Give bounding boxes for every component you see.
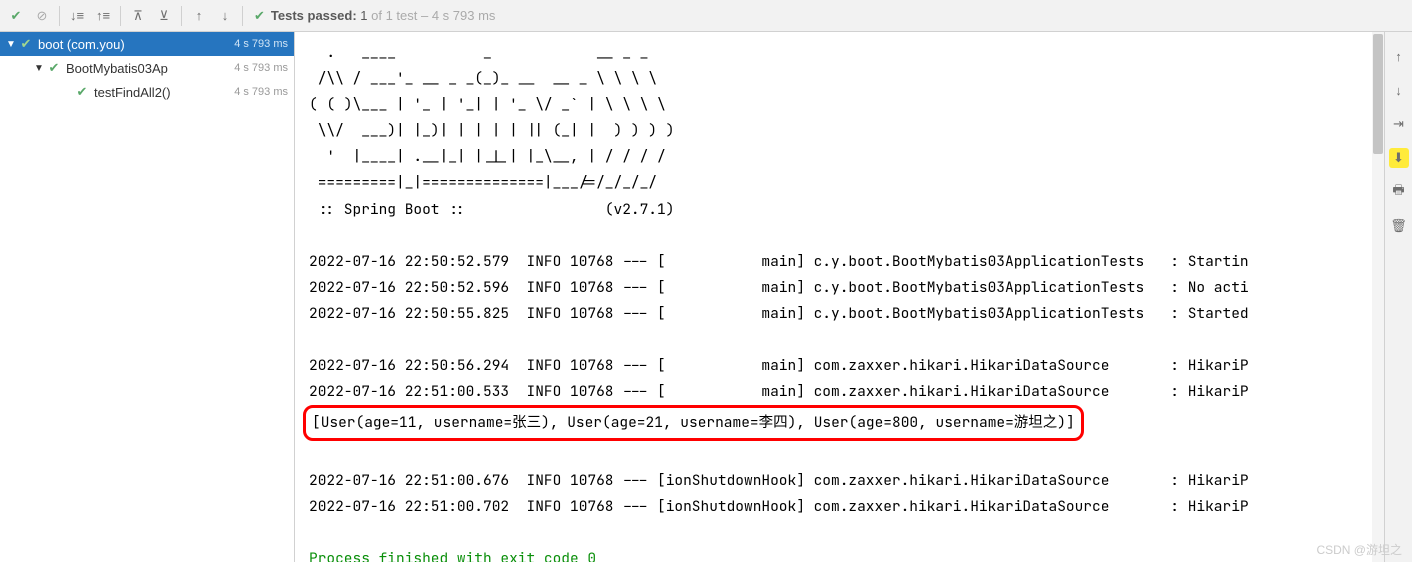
tree-timing: 4 s 793 ms: [234, 38, 288, 50]
console-output[interactable]: . ____ _ __ _ _ /\\ / ___'_ __ _ _(_)_ _…: [295, 32, 1412, 562]
vertical-scrollbar[interactable]: [1372, 32, 1384, 562]
tree-node-class[interactable]: ▼ ✔ BootMybatis03Ap 4 s 793 ms: [0, 56, 294, 80]
status-count: 1: [360, 8, 367, 23]
check-icon: ✔: [254, 8, 265, 24]
separator: [181, 6, 182, 26]
test-toolbar: ✔ ⊘ ↓≡ ↑≡ ⊼ ⊻ ↑ ↓ ✔ Tests passed: 1 of 1…: [0, 0, 1412, 32]
collapse-button[interactable]: ⊻: [152, 4, 176, 28]
test-tree-panel: ▼ ✔ boot (com.you) 4 s 793 ms ▼ ✔ BootMy…: [0, 32, 295, 562]
highlighted-output: [User(age=11, username=张三), User(age=21,…: [303, 405, 1084, 441]
tree-label: boot (com.you): [38, 37, 230, 52]
print-button[interactable]: 🖶: [1389, 182, 1409, 202]
check-icon: ✔: [46, 60, 62, 76]
soft-wrap-button[interactable]: ⇥: [1389, 114, 1409, 134]
sort-up-button[interactable]: ↑≡: [91, 4, 115, 28]
sort-down-button[interactable]: ↓≡: [65, 4, 89, 28]
scroll-to-end-button[interactable]: ⬇: [1389, 148, 1409, 168]
status-label: Tests passed:: [271, 8, 357, 23]
log-block-c: 2022-07-16 22:51:00.676 INFO 10768 --- […: [309, 468, 1412, 520]
separator: [242, 6, 243, 26]
tests-status: ✔ Tests passed: 1 of 1 test – 4 s 793 ms: [254, 8, 495, 24]
tree-node-root[interactable]: ▼ ✔ boot (com.you) 4 s 793 ms: [0, 32, 294, 56]
rerun-passed-button[interactable]: ✔: [4, 4, 28, 28]
tree-label: BootMybatis03Ap: [66, 61, 230, 76]
tree-timing: 4 s 793 ms: [234, 86, 288, 98]
right-gutter: ↑ ↓ ⇥ ⬇ 🖶 🗑: [1384, 32, 1412, 562]
check-icon: ✔: [74, 84, 90, 100]
tree-label: testFindAll2(): [94, 85, 230, 100]
log-block-b: 2022-07-16 22:50:56.294 INFO 10768 --- […: [309, 353, 1412, 405]
separator: [59, 6, 60, 26]
tree-node-method[interactable]: ✔ testFindAll2() 4 s 793 ms: [0, 80, 294, 104]
main-split: ▼ ✔ boot (com.you) 4 s 793 ms ▼ ✔ BootMy…: [0, 32, 1412, 562]
nav-up-button[interactable]: ↑: [1389, 46, 1409, 66]
toggle-icon[interactable]: ▼: [4, 39, 18, 50]
spring-banner: . ____ _ __ _ _ /\\ / ___'_ __ _ _(_)_ _…: [309, 40, 1412, 223]
delete-button[interactable]: 🗑: [1389, 216, 1409, 236]
separator: [120, 6, 121, 26]
expand-button[interactable]: ⊼: [126, 4, 150, 28]
nav-down-button[interactable]: ↓: [1389, 80, 1409, 100]
exit-code-line: Process finished with exit code 0: [309, 546, 1412, 562]
stop-button[interactable]: ⊘: [30, 4, 54, 28]
toggle-icon[interactable]: ▼: [32, 63, 46, 74]
check-icon: ✔: [18, 36, 34, 52]
scrollbar-thumb[interactable]: [1373, 34, 1383, 154]
prev-test-button[interactable]: ↑: [187, 4, 211, 28]
status-of: of 1 test – 4 s 793 ms: [371, 8, 495, 23]
tree-timing: 4 s 793 ms: [234, 62, 288, 74]
next-test-button[interactable]: ↓: [213, 4, 237, 28]
log-block-a: 2022-07-16 22:50:52.579 INFO 10768 --- […: [309, 249, 1412, 327]
